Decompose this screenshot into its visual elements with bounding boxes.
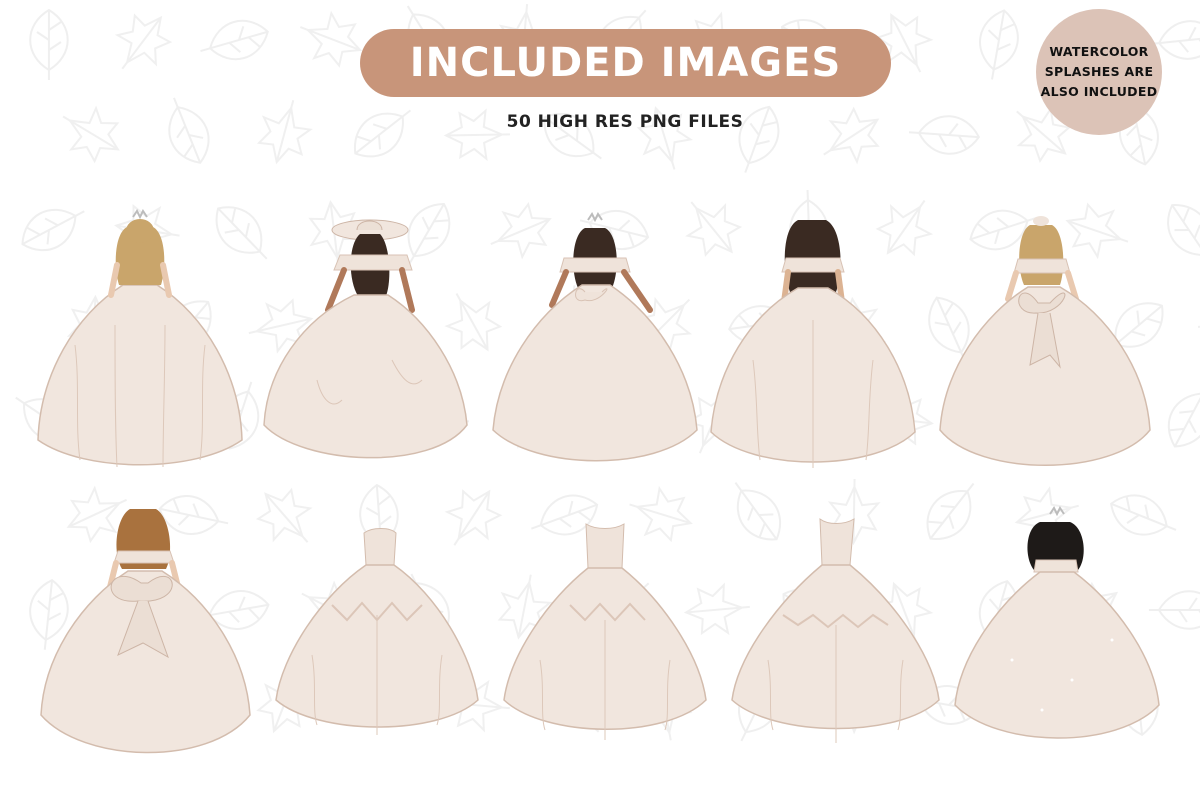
gown-illustration-wide-hat <box>263 219 468 459</box>
leaf-pattern-tile <box>49 94 132 171</box>
leaf-pattern-tile <box>102 2 181 85</box>
dress-illustration-lace-2 <box>503 523 707 740</box>
gown-illustration-black-curly-tiara <box>954 506 1160 739</box>
dress-illustration-lace-1 <box>275 528 479 735</box>
badge-line-1: WATERCOLOR <box>1049 44 1149 59</box>
gown-illustration-auburn-big-bow <box>40 509 251 754</box>
gown-illustration-brunette-tiara <box>492 212 698 462</box>
leaf-pattern-tile <box>1155 193 1200 275</box>
gown-illustration-brunette <box>710 220 916 468</box>
leaf-pattern-tile <box>1157 374 1200 457</box>
leaf-pattern-tile <box>290 3 370 74</box>
file-count-subtitle: 50 HIGH RES PNG FILES <box>506 112 744 132</box>
banner-title: INCLUDED IMAGES <box>409 40 842 86</box>
leaf-pattern-tile <box>972 6 1024 84</box>
gown-illustration-blonde-bow <box>939 216 1151 466</box>
dress-illustration-lace-3 <box>731 517 940 743</box>
leaf-pattern-tile <box>29 9 69 81</box>
leaf-pattern-tile <box>809 98 892 176</box>
badge-line-2: SPLASHES ARE <box>1044 64 1154 79</box>
badge-line-3: ALSO INCLUDED <box>1040 84 1158 99</box>
leaf-pattern-tile <box>194 12 274 71</box>
gown-illustration-blonde-tiara <box>37 209 243 468</box>
watercolor-badge: WATERCOLOR SPLASHES ARE ALSO INCLUDED <box>1036 9 1162 135</box>
included-images-banner: INCLUDED IMAGES <box>360 29 891 97</box>
